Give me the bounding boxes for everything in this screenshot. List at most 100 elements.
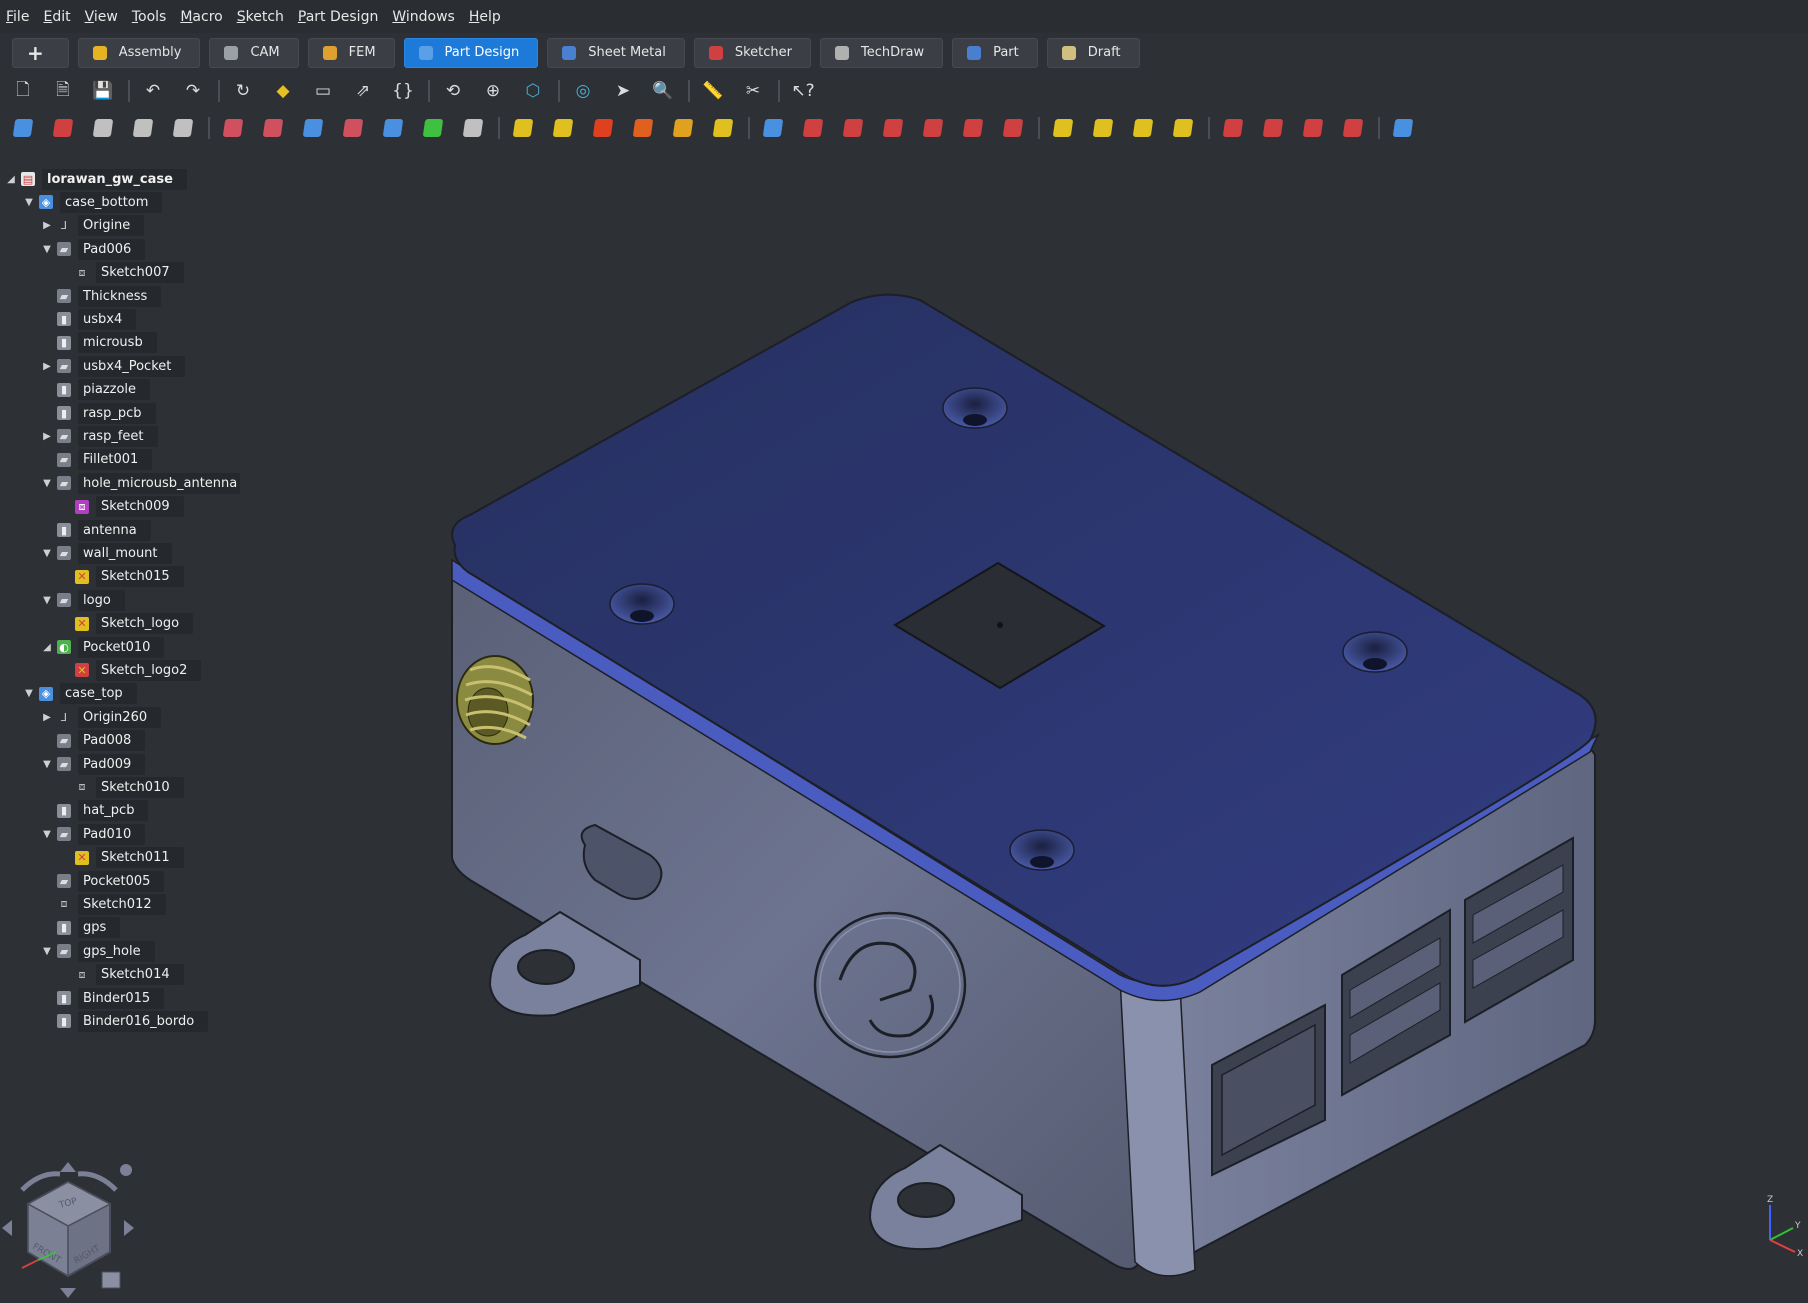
workbench-tab-draft[interactable]: Draft [1046, 37, 1140, 68]
menu-view[interactable]: View [85, 9, 127, 25]
tree-item[interactable]: ✕ Sketch015 [58, 566, 184, 588]
navigation-cube[interactable]: TOP FRONT RIGHT [0, 1160, 140, 1300]
workbench-tab-part[interactable]: Part [952, 37, 1038, 68]
part-design-tool-icon[interactable] [918, 114, 948, 142]
workbench-tab-fem[interactable]: FEM [307, 37, 395, 68]
part-design-tool-icon[interactable] [1168, 114, 1198, 142]
part-design-tool-icon[interactable] [548, 114, 578, 142]
part-design-tool-icon[interactable] [1218, 114, 1248, 142]
part-design-tool-icon[interactable] [1088, 114, 1118, 142]
part-design-tool-icon[interactable] [168, 114, 198, 142]
workbench-tab-sketcher[interactable]: Sketcher [693, 37, 811, 68]
workbench-tab-cam[interactable]: CAM [209, 37, 299, 68]
tree-item[interactable]: ▼ ▰ hole_microusb_antenna [40, 472, 240, 494]
undo-icon[interactable]: ↶ [138, 77, 168, 105]
tree-item[interactable]: ⧈ Sketch012 [40, 893, 166, 915]
tree-item[interactable]: ◢ ▤ lorawan_gw_case [4, 168, 187, 190]
tree-item[interactable]: ▮ microusb [40, 332, 157, 354]
folder-icon[interactable]: ▭ [308, 77, 338, 105]
export-icon[interactable]: ⇗ [348, 77, 378, 105]
part-design-tool-icon[interactable] [128, 114, 158, 142]
tree-item[interactable]: ⧈ Sketch009 [58, 496, 184, 518]
model-render[interactable] [0, 140, 1808, 1303]
tree-item[interactable]: ⧈ Sketch014 [58, 964, 184, 986]
tree-item[interactable]: ▼ ▰ logo [40, 589, 125, 611]
collapse-arrow-icon[interactable]: ▼ [22, 688, 36, 699]
whats-this-icon[interactable]: ↖? [788, 77, 818, 105]
part-design-tool-icon[interactable] [758, 114, 788, 142]
workbench-tab-sheet-metal[interactable]: Sheet Metal [547, 37, 685, 68]
tree-item[interactable]: ▰ Pad008 [40, 730, 146, 752]
fit-selection-icon[interactable]: ⊕ [478, 77, 508, 105]
tree-item[interactable]: ▶ ⅃ Origin260 [40, 706, 162, 728]
part-design-tool-icon[interactable] [798, 114, 828, 142]
part-design-tool-icon[interactable] [1338, 114, 1368, 142]
collapse-arrow-icon[interactable]: ▼ [40, 595, 54, 606]
fit-all-icon[interactable]: ⟲ [438, 77, 468, 105]
menu-help[interactable]: Help [469, 9, 510, 25]
tree-item[interactable]: ▼ ▰ Pad006 [40, 238, 146, 260]
part-design-tool-icon[interactable] [708, 114, 738, 142]
expand-arrow-icon[interactable]: ▶ [40, 220, 54, 231]
clipping-icon[interactable]: ✂ [738, 77, 768, 105]
part-design-tool-icon[interactable] [1258, 114, 1288, 142]
part-design-tool-icon[interactable] [668, 114, 698, 142]
part-design-tool-icon[interactable] [258, 114, 288, 142]
part-design-tool-icon[interactable] [958, 114, 988, 142]
redo-icon[interactable]: ↷ [178, 77, 208, 105]
workbench-tab-part-design[interactable]: Part Design [403, 37, 539, 68]
part-design-tool-icon[interactable] [1298, 114, 1328, 142]
measure-icon[interactable]: 📏 [698, 77, 728, 105]
selection-icon[interactable]: ➤ [608, 77, 638, 105]
braces-icon[interactable]: {} [388, 77, 418, 105]
menu-sketch[interactable]: Sketch [237, 9, 293, 25]
collapse-arrow-icon[interactable]: ▼ [40, 244, 54, 255]
tree-item[interactable]: ▮ hat_pcb [40, 800, 149, 822]
part-design-tool-icon[interactable] [378, 114, 408, 142]
collapse-arrow-icon[interactable]: ▼ [22, 197, 36, 208]
refresh-icon[interactable]: ↻ [228, 77, 258, 105]
workbench-tab-techdraw[interactable]: TechDraw [820, 37, 944, 68]
menu-part-design[interactable]: Part Design [298, 9, 387, 25]
part-design-tool-icon[interactable] [458, 114, 488, 142]
part-design-tool-icon[interactable] [508, 114, 538, 142]
menu-windows[interactable]: Windows [392, 9, 464, 25]
part-design-tool-icon[interactable] [1048, 114, 1078, 142]
tree-item[interactable]: ▮ gps [40, 917, 121, 939]
part-design-tool-icon[interactable] [338, 114, 368, 142]
tree-item[interactable]: ▼ ▰ Pad009 [40, 753, 146, 775]
tree-item[interactable]: ▮ antenna [40, 519, 151, 541]
collapse-arrow-icon[interactable]: ▼ [40, 478, 54, 489]
menu-tools[interactable]: Tools [132, 9, 176, 25]
tree-item[interactable]: ▼ ▰ Pad010 [40, 823, 146, 845]
tree-item[interactable]: ▶ ▰ rasp_feet [40, 425, 158, 447]
add-workbench-button[interactable]: + [12, 37, 69, 68]
expand-arrow-icon[interactable]: ▶ [40, 712, 54, 723]
part-design-tool-icon[interactable] [418, 114, 448, 142]
tree-item[interactable]: ▶ ▰ usbx4_Pocket [40, 355, 186, 377]
tree-item[interactable]: ✕ Sketch_logo2 [58, 659, 202, 681]
draw-style-icon[interactable]: ◎ [568, 77, 598, 105]
isometric-view-icon[interactable]: ⬡ [518, 77, 548, 105]
workbench-tab-assembly[interactable]: Assembly [77, 37, 201, 68]
part-design-tool-icon[interactable] [878, 114, 908, 142]
tree-item[interactable]: ▮ Binder016_bordo [40, 1010, 209, 1032]
part-design-tool-icon[interactable] [628, 114, 658, 142]
tree-item[interactable]: ▮ piazzole [40, 379, 151, 401]
tree-item[interactable]: ▼ ◈ case_top [22, 683, 137, 705]
menu-edit[interactable]: Edit [43, 9, 79, 25]
tree-item[interactable]: ▼ ▰ wall_mount [40, 542, 172, 564]
collapse-arrow-icon[interactable]: ◢ [40, 642, 54, 653]
part-design-tool-icon[interactable] [1388, 114, 1418, 142]
tree-item[interactable]: ⧈ Sketch010 [58, 776, 184, 798]
part-design-tool-icon[interactable] [1128, 114, 1158, 142]
tree-item[interactable]: ✕ Sketch011 [58, 847, 184, 869]
save-icon[interactable]: 💾 [88, 77, 118, 105]
collapse-arrow-icon[interactable]: ▼ [40, 759, 54, 770]
macro-icon[interactable]: ◆ [268, 77, 298, 105]
new-document-icon[interactable]: 🗋 [8, 77, 38, 105]
open-icon[interactable]: 🗎 [48, 77, 78, 105]
tree-item[interactable]: ⧈ Sketch007 [58, 262, 184, 284]
collapse-arrow-icon[interactable]: ▼ [40, 548, 54, 559]
collapse-arrow-icon[interactable]: ◢ [4, 174, 18, 185]
